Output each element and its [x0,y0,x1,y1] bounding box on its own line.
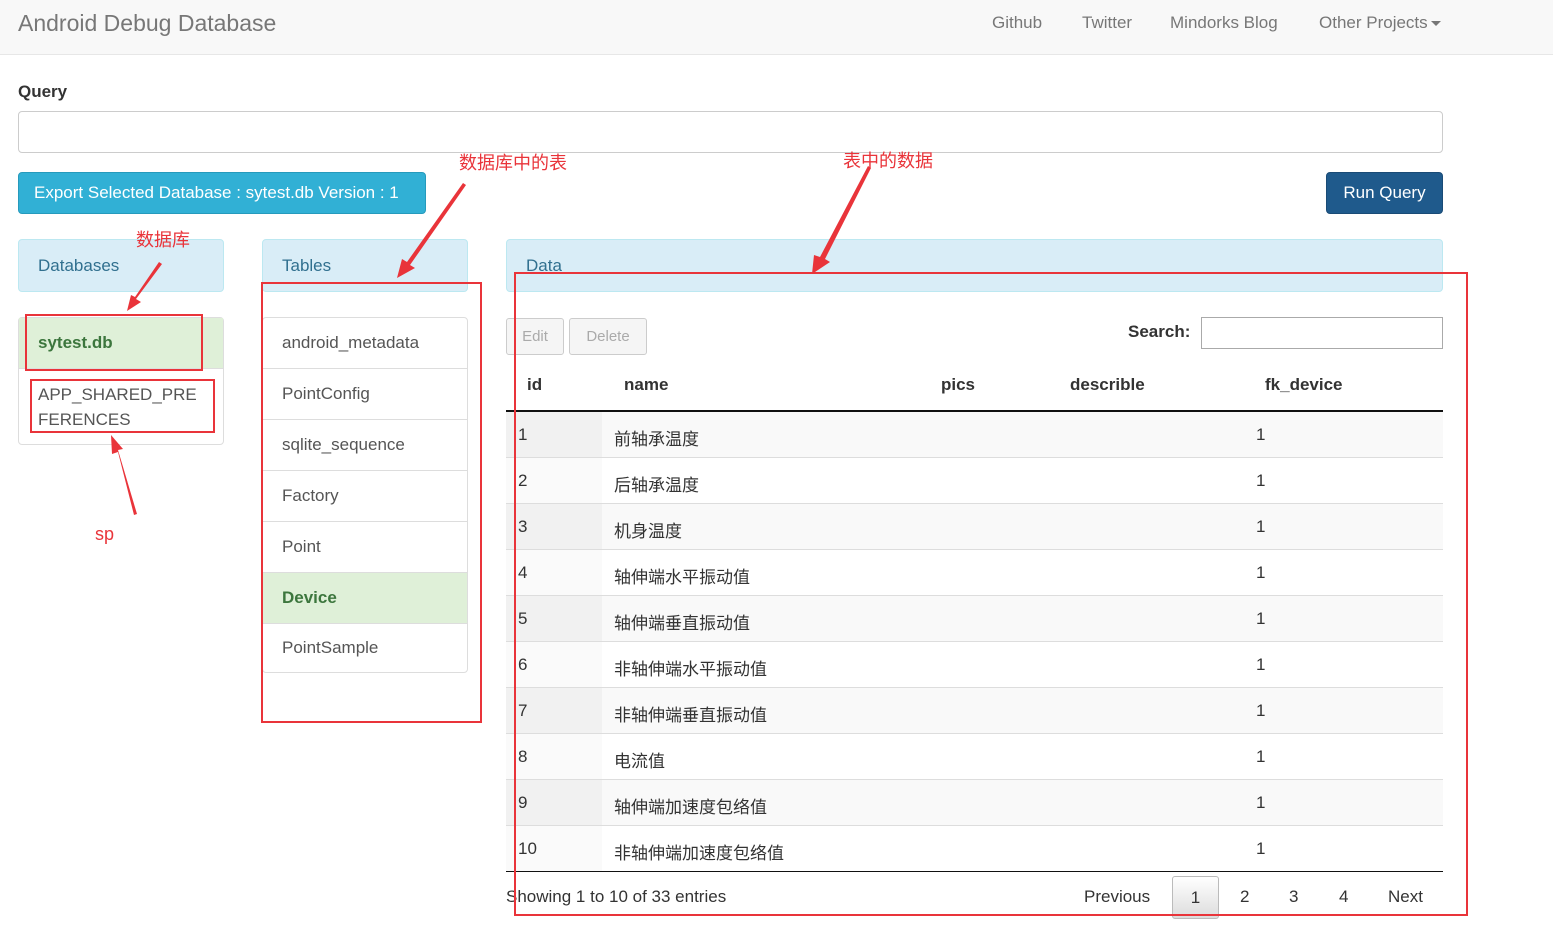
arrow-icon [111,435,137,515]
arrow-icon [397,183,466,278]
annotation-arrows [111,166,871,515]
arrow-icon [127,262,162,311]
arrow-icon [812,166,871,274]
